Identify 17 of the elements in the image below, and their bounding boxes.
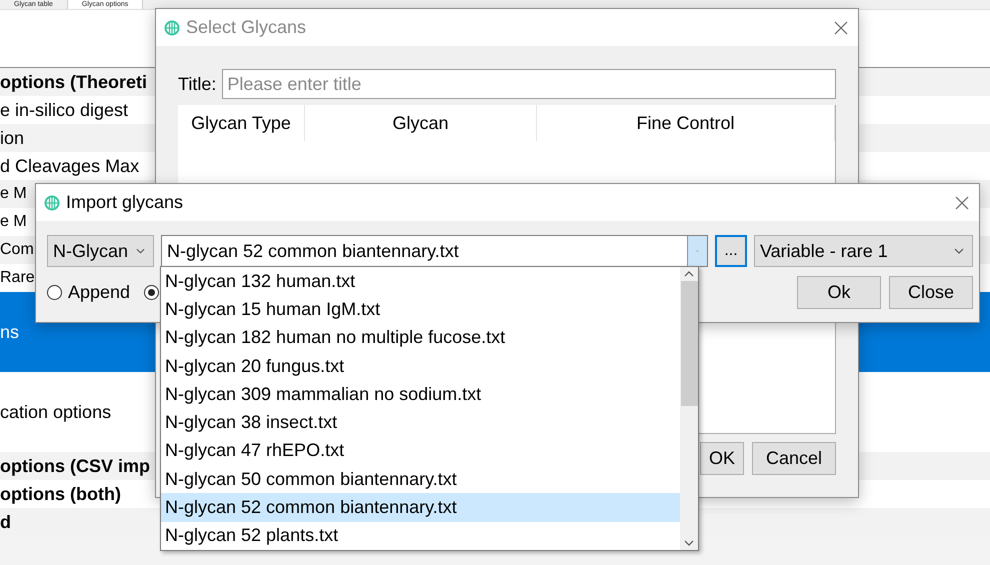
option-label: d <box>0 512 11 532</box>
dialog-title: Select Glycans <box>186 17 308 38</box>
title-label: Title: <box>178 74 216 94</box>
option-label: e in-silico digest <box>0 100 128 120</box>
option-label: ion <box>0 128 24 148</box>
option-label: Com <box>0 241 34 259</box>
dialog-title: Import glycans <box>66 192 184 213</box>
option-label: options (Theoreti <box>0 72 147 92</box>
option-label: Rare <box>0 269 35 287</box>
option-label: e M <box>0 185 27 203</box>
radio-label: Append <box>68 282 130 303</box>
option-label: d Cleavages Max <box>0 156 140 176</box>
option-label: ns <box>0 322 20 342</box>
option-label: options (CSV imp <box>0 456 150 476</box>
option-label: options (both) <box>0 484 121 504</box>
option-label: e M <box>0 213 27 231</box>
option-label: cation options <box>0 402 112 422</box>
